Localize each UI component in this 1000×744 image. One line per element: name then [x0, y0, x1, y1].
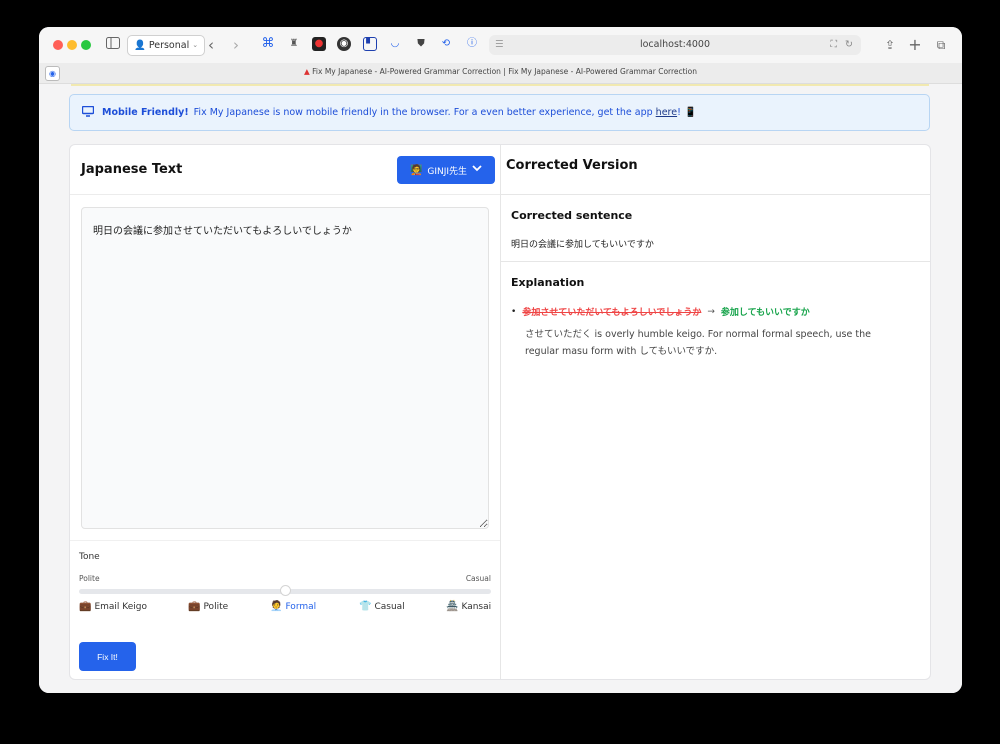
page-settings-icon[interactable]: ☰ — [495, 35, 504, 55]
explanation-item: • 参加させていただいてもよろしいでしょうか → 参加してもいいですか させてい… — [511, 305, 921, 360]
main-card: Japanese Text 🧑‍🏫 GINJI先生 明日の会議に参加させていただ… — [69, 144, 931, 680]
profile-label: Personal — [148, 40, 190, 51]
info-extension-icon[interactable]: ⓘ — [465, 37, 479, 51]
tone-option-formal[interactable]: 🧑‍💼 Formal — [270, 601, 316, 612]
tone-option-label: Polite — [203, 601, 229, 612]
output-header-divider — [500, 194, 930, 195]
original-phrase: 参加させていただいてもよろしいでしょうか — [522, 308, 702, 318]
bookmark-extension-icon[interactable]: ▘ — [363, 37, 377, 51]
chevron-down-icon: ⌄ — [192, 41, 199, 49]
profile-selector[interactable]: 👤 Personal ⌄ — [127, 35, 206, 56]
input-panel: Japanese Text 🧑‍🏫 GINJI先生 明日の会議に参加させていただ… — [70, 145, 501, 679]
corrected-sentence-text: 明日の会議に参加してもいいですか — [511, 240, 654, 250]
tone-divider — [70, 540, 500, 541]
chevron-down-icon — [472, 165, 482, 175]
active-tab[interactable]: ▲ Fix My Japanese - AI-Powered Grammar C… — [39, 67, 962, 76]
tone-option-label: Casual — [374, 601, 405, 612]
shirt-icon: 👕 — [359, 601, 372, 612]
replacement-phrase: 参加してもいいですか — [720, 308, 810, 318]
forward-icon[interactable]: › — [228, 37, 244, 53]
output-panel: Corrected Version Corrected sentence 明日の… — [500, 145, 930, 679]
banner-suffix: ! — [677, 107, 681, 118]
tone-option-label: Formal — [285, 601, 317, 612]
tone-min-label: Polite — [79, 574, 100, 583]
title-bar: 👤 Personal ⌄ ‹ › ⌘ ♜ ● ◉ ▘ ◡ ⛊ ⟲ ⓘ ☰ loc… — [39, 27, 962, 63]
command-extension-icon[interactable]: ⌘ — [261, 37, 275, 51]
favicon-icon: ▲ — [303, 67, 310, 76]
get-app-link[interactable]: here — [656, 107, 677, 118]
back-icon[interactable]: ‹ — [203, 37, 219, 53]
corrected-sentence-heading: Corrected sentence — [511, 209, 633, 222]
sensei-selector-button[interactable]: 🧑‍🏫 GINJI先生 — [397, 156, 495, 184]
url-bar[interactable]: ☰ localhost:4000 ⛶ ↻ — [489, 35, 861, 55]
tone-option-label: Kansai — [461, 601, 492, 612]
url-text: localhost:4000 — [639, 39, 711, 50]
minimize-window-button[interactable] — [67, 40, 77, 50]
mobile-banner: Mobile Friendly! Fix My Japanese is now … — [69, 94, 930, 131]
tone-max-label: Casual — [465, 574, 491, 583]
banner-heading: Mobile Friendly! — [102, 107, 189, 118]
banner-message: Fix My Japanese is now mobile friendly i… — [193, 107, 653, 118]
zoom-window-button[interactable] — [81, 40, 91, 50]
tone-label: Tone — [79, 552, 100, 562]
reload-icon[interactable]: ↻ — [845, 35, 853, 55]
shield-extension-icon[interactable]: ♜ — [287, 37, 301, 51]
wave-extension-icon[interactable]: ◡ — [388, 37, 402, 51]
explanation-note: させていただく is overly humble keigo. For norm… — [525, 329, 871, 357]
red-extension-icon[interactable]: ● — [312, 37, 326, 51]
sensei-label: GINJI先生 — [427, 166, 468, 177]
tone-option-label: Email Keigo — [94, 601, 147, 612]
top-accent-line — [71, 84, 929, 86]
office-worker-icon: 🧑‍💼 — [270, 601, 283, 612]
tone-option-kansai[interactable]: 🏯 Kansai — [446, 601, 491, 612]
share-icon[interactable]: ⇪ — [882, 37, 898, 53]
close-window-button[interactable] — [53, 40, 63, 50]
briefcase-icon: 💼 — [188, 601, 201, 612]
corrected-divider — [500, 261, 930, 262]
browser-window: 👤 Personal ⌄ ‹ › ⌘ ♜ ● ◉ ▘ ◡ ⛊ ⟲ ⓘ ☰ loc… — [39, 27, 962, 693]
person-icon: 👤 — [134, 40, 146, 51]
new-tab-icon[interactable]: + — [907, 37, 923, 53]
castle-icon: 🏯 — [446, 601, 459, 612]
japanese-text-input[interactable]: 明日の会議に参加させていただいてもよろしいでしょうか — [81, 207, 489, 529]
shield-badge-icon[interactable]: ⛊ — [414, 37, 428, 51]
page-content: Mobile Friendly! Fix My Japanese is now … — [39, 84, 962, 693]
tab-strip: ◉ ▲ Fix My Japanese - AI-Powered Grammar… — [39, 63, 962, 84]
input-panel-title: Japanese Text — [81, 162, 183, 177]
tab-overview-icon[interactable]: ⧉ — [933, 37, 949, 53]
monitor-icon — [81, 105, 95, 120]
arrow-icon: → — [707, 306, 715, 317]
tone-slider-thumb[interactable] — [279, 585, 291, 596]
tone-option-polite[interactable]: 💼 Polite — [188, 601, 228, 612]
sync-extension-icon[interactable]: ⟲ — [439, 37, 453, 51]
briefcase-icon: 💼 — [79, 601, 92, 612]
tone-option-email-keigo[interactable]: 💼 Email Keigo — [79, 601, 147, 612]
translate-icon[interactable]: ⛶ — [830, 35, 837, 55]
output-panel-title: Corrected Version — [506, 158, 638, 173]
header-divider — [70, 194, 500, 195]
phone-icon: 📱 — [684, 107, 697, 118]
explanation-heading: Explanation — [511, 276, 585, 289]
fix-it-button[interactable]: Fix It! — [79, 642, 136, 671]
tone-option-casual[interactable]: 👕 Casual — [359, 601, 405, 612]
teacher-icon: 🧑‍🏫 — [409, 164, 423, 176]
sidebar-toggle-icon[interactable] — [105, 37, 121, 53]
tab-title: Fix My Japanese - AI-Powered Grammar Cor… — [312, 67, 698, 76]
tone-slider[interactable] — [79, 585, 491, 596]
bullet-icon: • — [511, 306, 517, 317]
circle-extension-icon[interactable]: ◉ — [337, 37, 351, 51]
